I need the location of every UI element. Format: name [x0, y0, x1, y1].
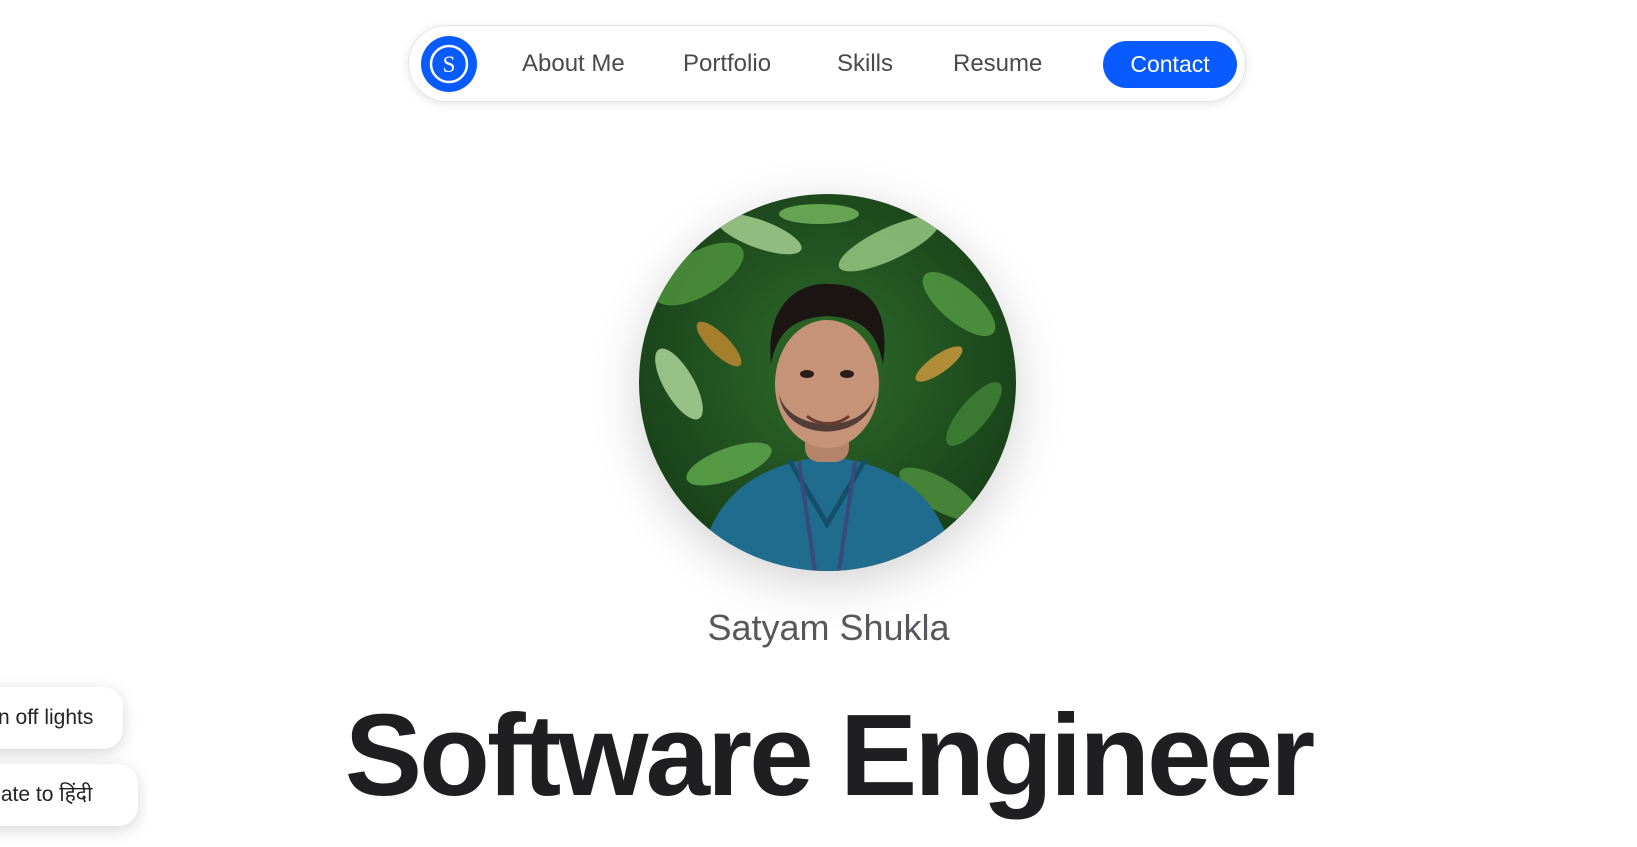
translate-button[interactable]: nslate to हिंदी	[0, 764, 138, 826]
toggle-lights-button[interactable]: n off lights	[0, 687, 123, 749]
contact-button[interactable]: Contact	[1103, 41, 1237, 88]
logo-letter: S	[443, 52, 456, 77]
logo-button[interactable]: S	[421, 36, 477, 92]
nav-link-skills[interactable]: Skills	[837, 50, 893, 78]
portfolio-page: S About Me Portfolio Skills Resume Conta…	[0, 0, 1637, 847]
profile-photo	[639, 194, 1016, 571]
nav-link-portfolio[interactable]: Portfolio	[683, 50, 771, 78]
nav-link-about-me[interactable]: About Me	[522, 50, 625, 78]
headline-title: Software Engineer	[344, 690, 1315, 820]
s-logo-icon: S	[429, 44, 469, 84]
top-navigation: S About Me Portfolio Skills Resume Conta…	[408, 25, 1246, 102]
person-name: Satyam Shukla	[707, 607, 950, 648]
profile-avatar	[639, 194, 1016, 571]
nav-link-resume[interactable]: Resume	[953, 50, 1042, 78]
